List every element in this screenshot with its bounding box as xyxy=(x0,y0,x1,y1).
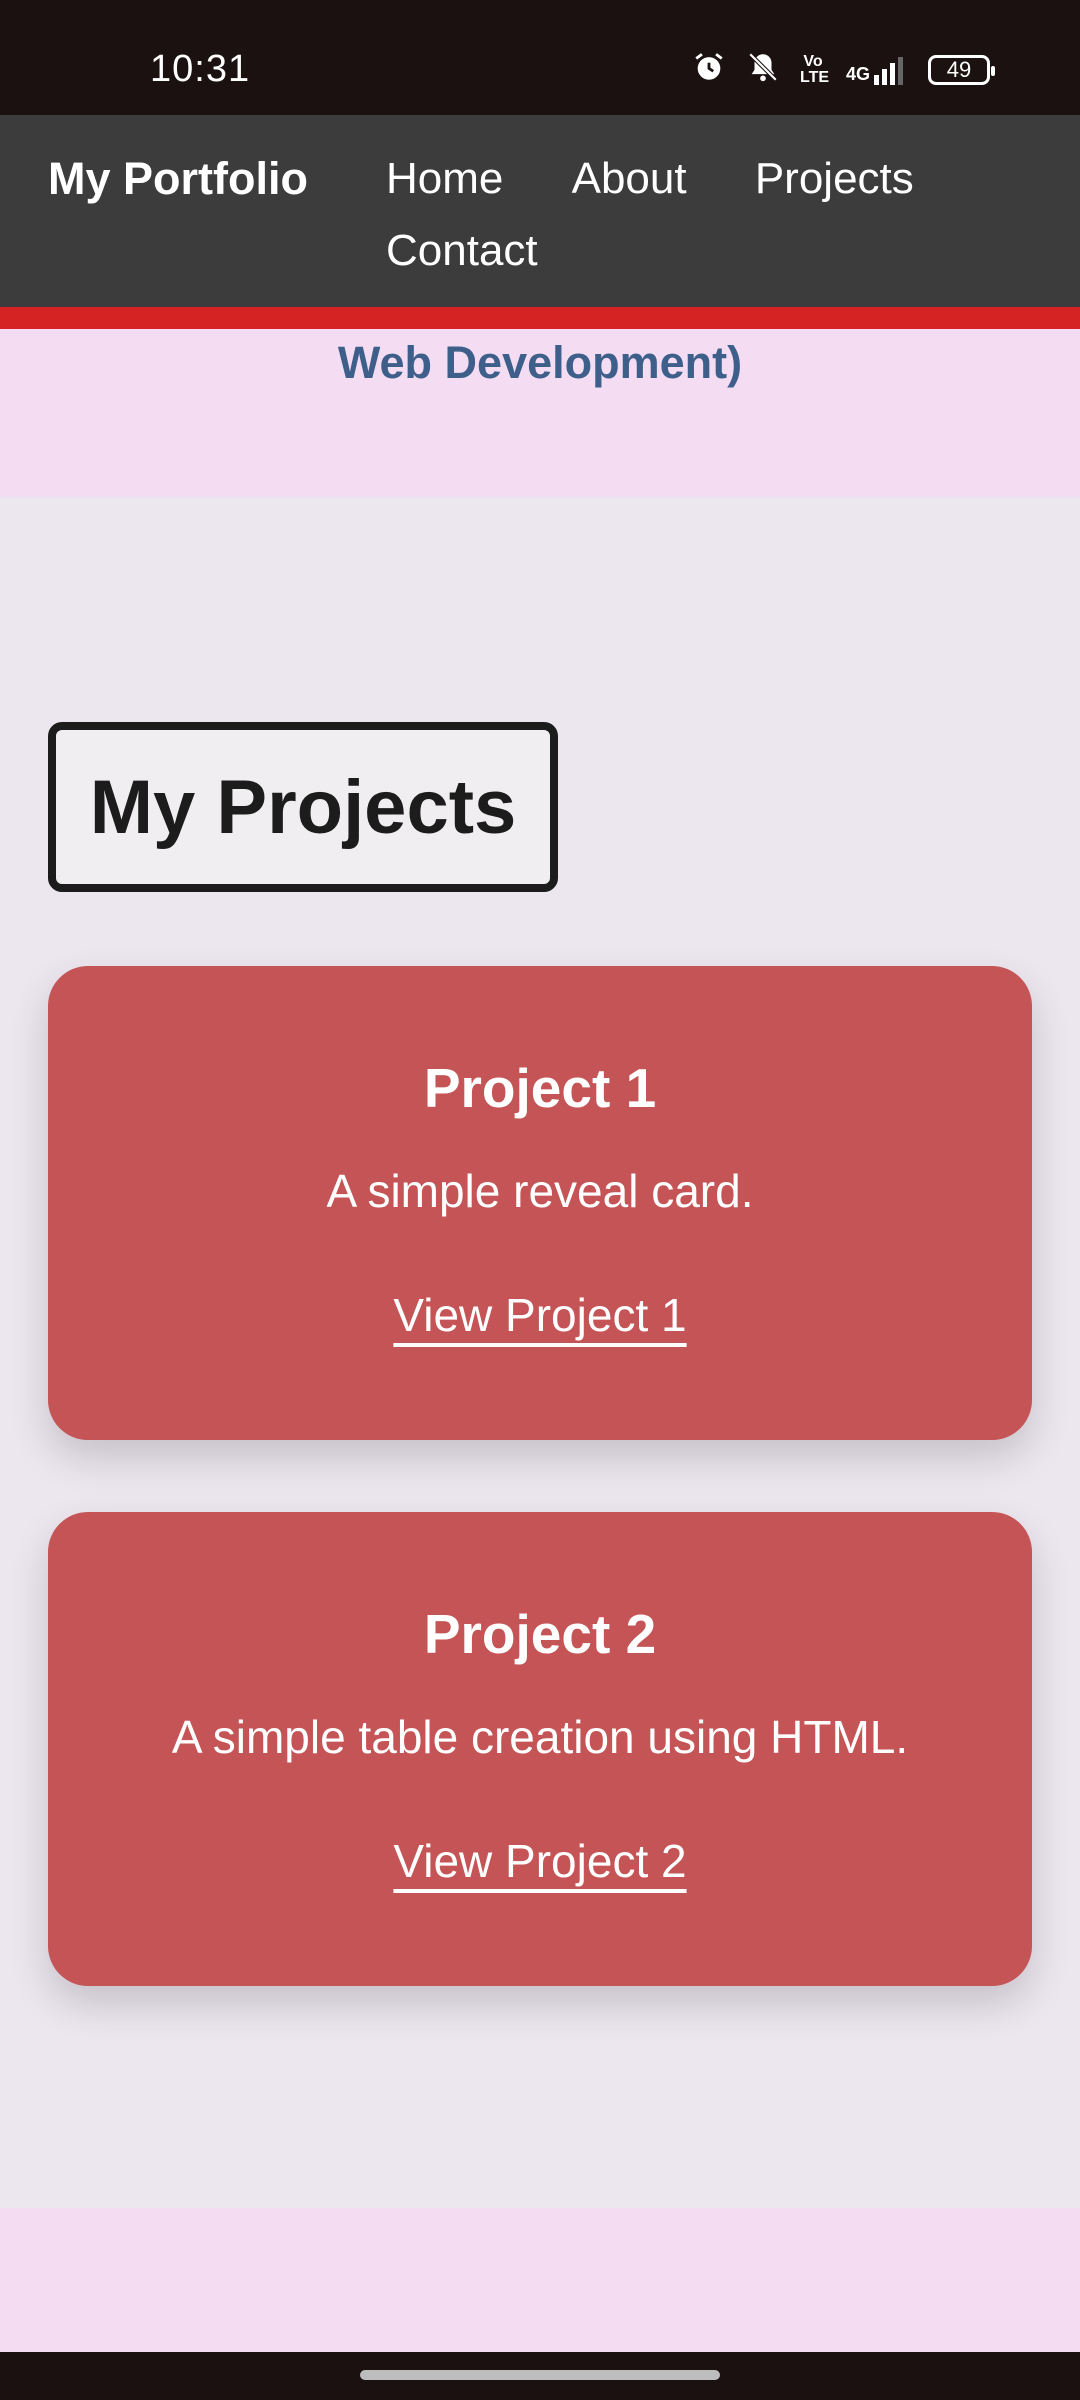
battery-icon: 49 xyxy=(928,54,995,85)
project-card-2[interactable]: Project 2 A simple table creation using … xyxy=(48,1512,1032,1986)
brand-title[interactable]: My Portfolio xyxy=(48,143,308,215)
projects-heading: My Projects xyxy=(48,722,558,892)
signal-icon: 4G xyxy=(846,55,908,85)
alarm-icon xyxy=(692,50,726,89)
project-title: Project 2 xyxy=(423,1603,657,1665)
hero-subtitle: Web Development) xyxy=(337,337,743,388)
volte-icon: Vo LTE xyxy=(799,52,830,86)
network-type: 4G xyxy=(845,63,870,84)
view-project-2-link[interactable]: View Project 2 xyxy=(393,1835,686,1887)
nav-link-projects[interactable]: Projects xyxy=(755,143,914,215)
project-description: A simple reveal card. xyxy=(326,1165,754,1217)
project-title: Project 1 xyxy=(423,1057,657,1119)
hero-section: Web Development) xyxy=(0,329,1080,497)
view-project-1-link[interactable]: View Project 1 xyxy=(393,1289,686,1341)
nav-links: Home About Projects Contact xyxy=(386,143,1006,287)
project-description: A simple table creation using HTML. xyxy=(171,1711,909,1763)
nav-link-home[interactable]: Home xyxy=(386,143,503,215)
status-time: 10:31 xyxy=(150,48,251,90)
footer-section xyxy=(0,2208,1080,2352)
home-indicator[interactable] xyxy=(360,2370,720,2380)
bell-off-icon xyxy=(746,50,780,89)
nav-link-about[interactable]: About xyxy=(572,143,687,215)
status-icons: Vo LTE 4G 49 xyxy=(692,50,995,89)
status-bar: 10:31 Vo LTE 4G 49 xyxy=(0,0,1080,115)
accent-stripe xyxy=(0,307,1080,329)
top-navbar: My Portfolio Home About Projects Contact xyxy=(0,115,1080,307)
nav-link-contact[interactable]: Contact xyxy=(386,215,538,287)
project-card-1[interactable]: Project 1 A simple reveal card. View Pro… xyxy=(48,966,1032,1440)
